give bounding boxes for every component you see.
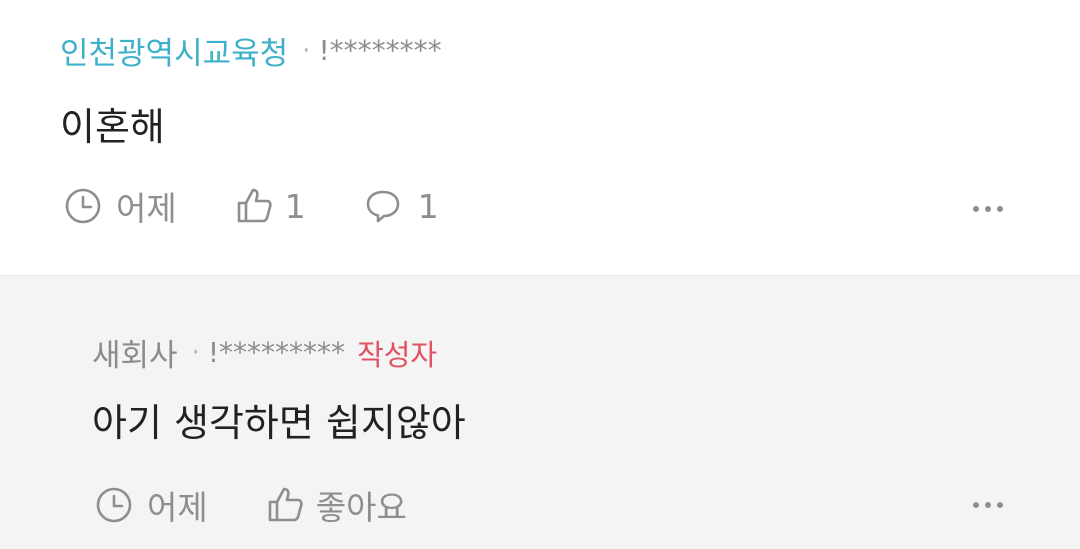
comment-card: 인천광역시교육청 · !******** 이혼해 어제 1 1: [0, 0, 1080, 275]
reply-count: 1: [417, 186, 439, 226]
time-label: 어제: [147, 488, 208, 527]
reply-card: 새회사 · !********* 작성자 아기 생각하면 쉽지않아 어제 좋아요: [0, 276, 1080, 549]
masked-user-id: !*********: [207, 336, 346, 369]
comment-author[interactable]: 새회사: [92, 330, 178, 375]
timestamp: 어제: [64, 182, 177, 230]
like-label: 좋아요: [315, 488, 407, 527]
comment-text: 아기 생각하면 쉽지않아: [92, 401, 466, 445]
timestamp: 어제: [95, 481, 208, 529]
like-count: 1: [284, 186, 306, 226]
reply-button[interactable]: 1: [364, 187, 439, 226]
author-badge: 작성자: [357, 337, 438, 372]
meta-separator: ·: [191, 337, 200, 368]
meta-separator: ·: [302, 35, 311, 66]
clock-icon: [95, 486, 133, 524]
thumbs-up-icon: [235, 187, 273, 225]
thumbs-up-icon: [266, 486, 304, 524]
like-button[interactable]: 1: [235, 187, 306, 226]
more-options-icon[interactable]: [973, 206, 1003, 212]
clock-icon: [64, 187, 102, 225]
comment-meta: 인천광역시교육청 · !********: [60, 28, 442, 73]
comment-actions: 어제 좋아요: [95, 481, 407, 529]
like-button[interactable]: 좋아요: [266, 481, 407, 529]
speech-bubble-icon: [364, 187, 402, 225]
comment-text: 이혼해: [60, 105, 165, 149]
comment-meta: 새회사 · !********* 작성자: [92, 330, 437, 375]
comment-author-link[interactable]: 인천광역시교육청: [60, 28, 288, 73]
time-label: 어제: [116, 189, 177, 228]
more-options-icon[interactable]: [973, 502, 1003, 508]
comment-actions: 어제 1 1: [64, 182, 439, 230]
masked-user-id: !********: [318, 34, 442, 67]
